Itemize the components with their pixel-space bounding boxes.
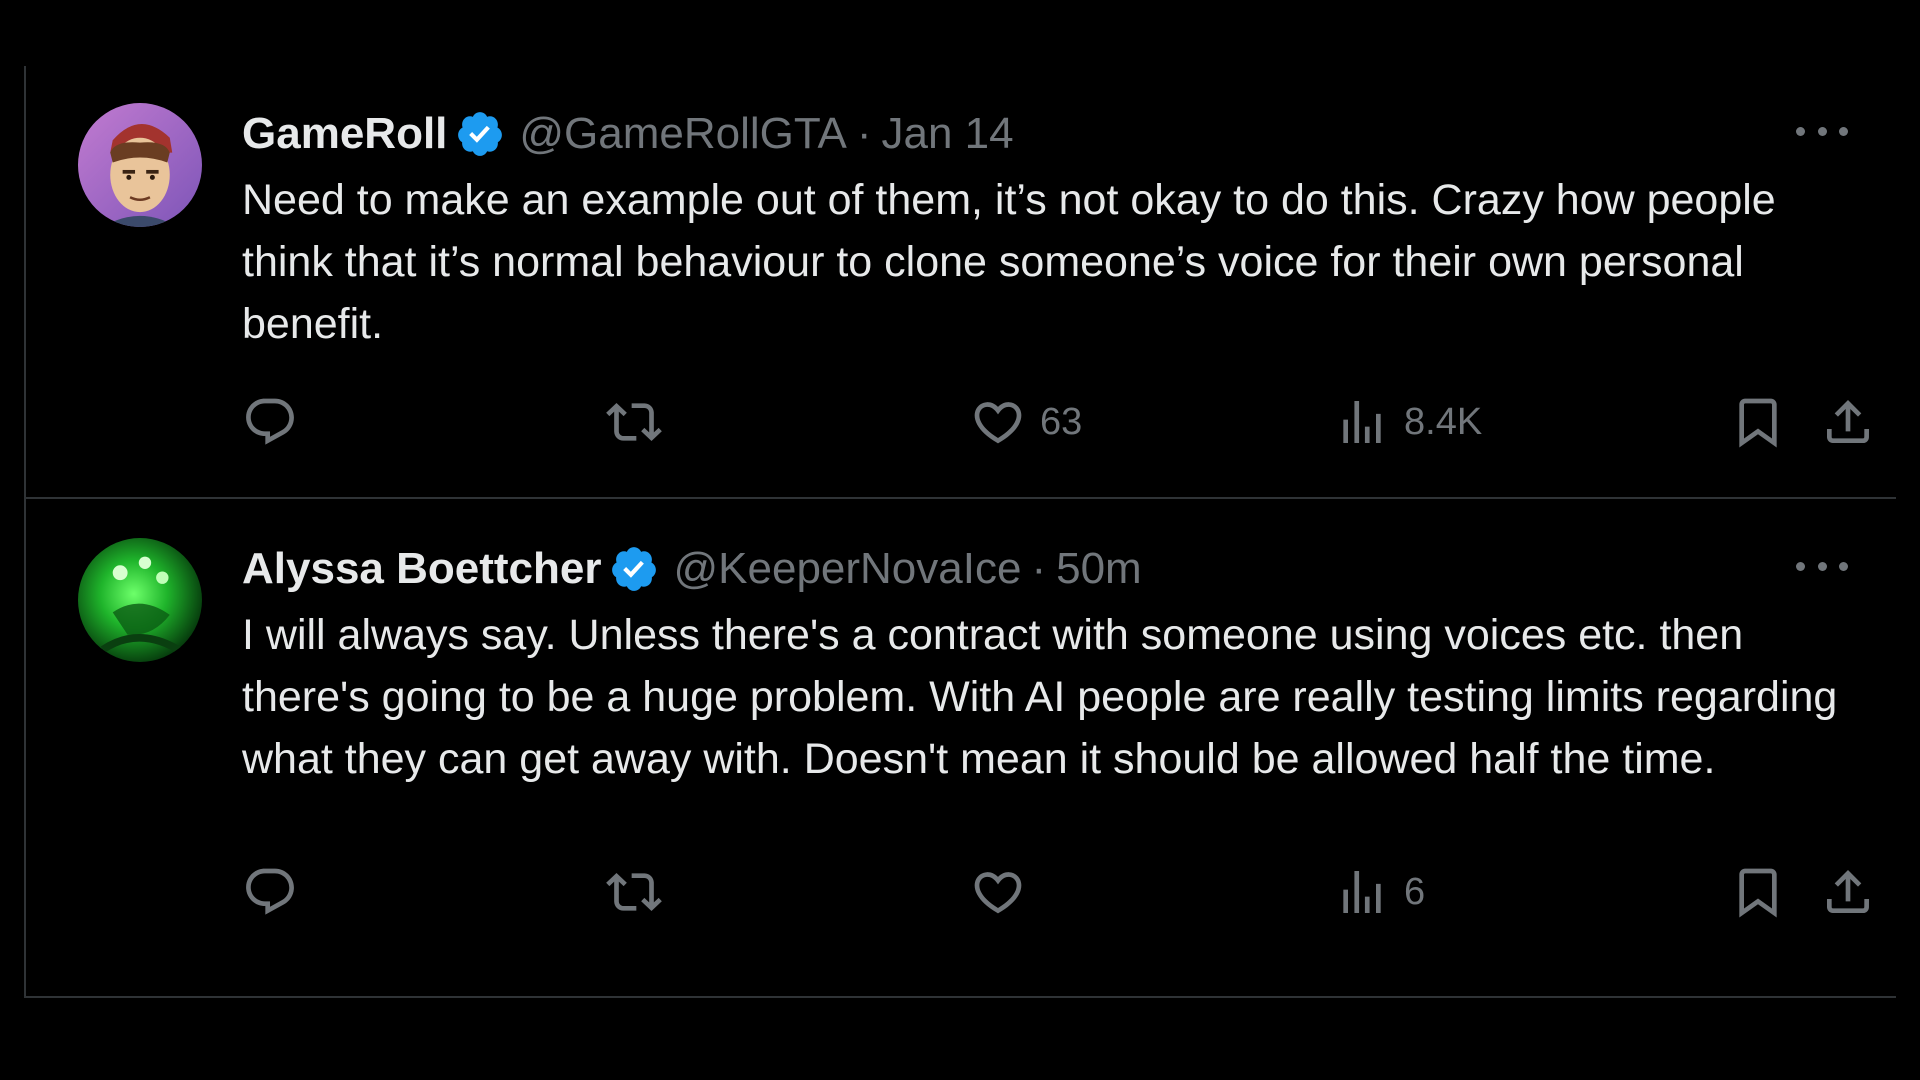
separator: · (856, 109, 872, 158)
like-button[interactable]: 63 (970, 392, 1082, 452)
reply-icon (246, 868, 294, 915)
action-bar: 6 (242, 862, 1874, 922)
reply-button[interactable] (242, 392, 298, 452)
cartoon-man-avatar-icon (78, 103, 202, 227)
more-options-icon[interactable] (1796, 551, 1848, 581)
share-icon (1827, 870, 1869, 913)
avatar[interactable] (78, 103, 202, 227)
share-button[interactable] (1820, 392, 1876, 452)
tweet[interactable]: GameRoll @GameRollGTA · Jan 14 Need to m… (26, 66, 1896, 499)
bookmark-icon (1739, 398, 1777, 448)
author-handle[interactable]: @GameRollGTA (519, 104, 846, 164)
like-button[interactable] (970, 862, 1040, 922)
repost-button[interactable] (606, 392, 662, 452)
reply-icon (246, 398, 294, 445)
repost-icon (606, 873, 662, 911)
author-handle[interactable]: @KeeperNovaIce (673, 539, 1021, 599)
views-button[interactable]: 8.4K (1334, 392, 1482, 452)
tweet-header: Alyssa Boettcher @KeeperNovaIce · 50m (242, 539, 1142, 599)
share-button[interactable] (1820, 862, 1876, 922)
separator: · (1031, 544, 1047, 593)
timestamp[interactable]: Jan 14 (882, 104, 1014, 164)
views-button[interactable]: 6 (1334, 862, 1425, 922)
heart-icon (974, 872, 1022, 914)
tweet[interactable]: Alyssa Boettcher @KeeperNovaIce · 50m I … (26, 501, 1896, 996)
like-count: 63 (1040, 400, 1083, 443)
tweet-header: GameRoll @GameRollGTA · Jan 14 (242, 104, 1014, 164)
views-chart-icon (1343, 401, 1381, 443)
views-chart-icon (1343, 871, 1381, 913)
bookmark-icon (1739, 868, 1777, 918)
repost-icon (606, 403, 662, 441)
avatar[interactable] (78, 538, 202, 662)
tweet-text: Need to make an example out of them, it’… (242, 176, 1776, 348)
share-icon (1827, 400, 1869, 443)
views-count: 6 (1404, 870, 1426, 913)
action-bar: 63 8.4K (242, 392, 1874, 452)
tweet-feed: GameRoll @GameRollGTA · Jan 14 Need to m… (24, 66, 1896, 998)
tweet-text: I will always say. Unless there's a cont… (242, 611, 1838, 783)
bookmark-button[interactable] (1730, 862, 1786, 922)
views-count: 8.4K (1404, 400, 1483, 443)
bookmark-button[interactable] (1730, 392, 1786, 452)
timestamp[interactable]: 50m (1056, 539, 1142, 599)
author-name[interactable]: GameRoll (242, 104, 447, 164)
verified-badge-icon (455, 109, 505, 159)
reply-button[interactable] (242, 862, 298, 922)
heart-icon (974, 402, 1022, 444)
repost-button[interactable] (606, 862, 662, 922)
author-name[interactable]: Alyssa Boettcher (242, 539, 601, 599)
green-glow-avatar-icon (78, 538, 202, 662)
verified-badge-icon (609, 544, 659, 594)
more-options-icon[interactable] (1796, 116, 1848, 146)
